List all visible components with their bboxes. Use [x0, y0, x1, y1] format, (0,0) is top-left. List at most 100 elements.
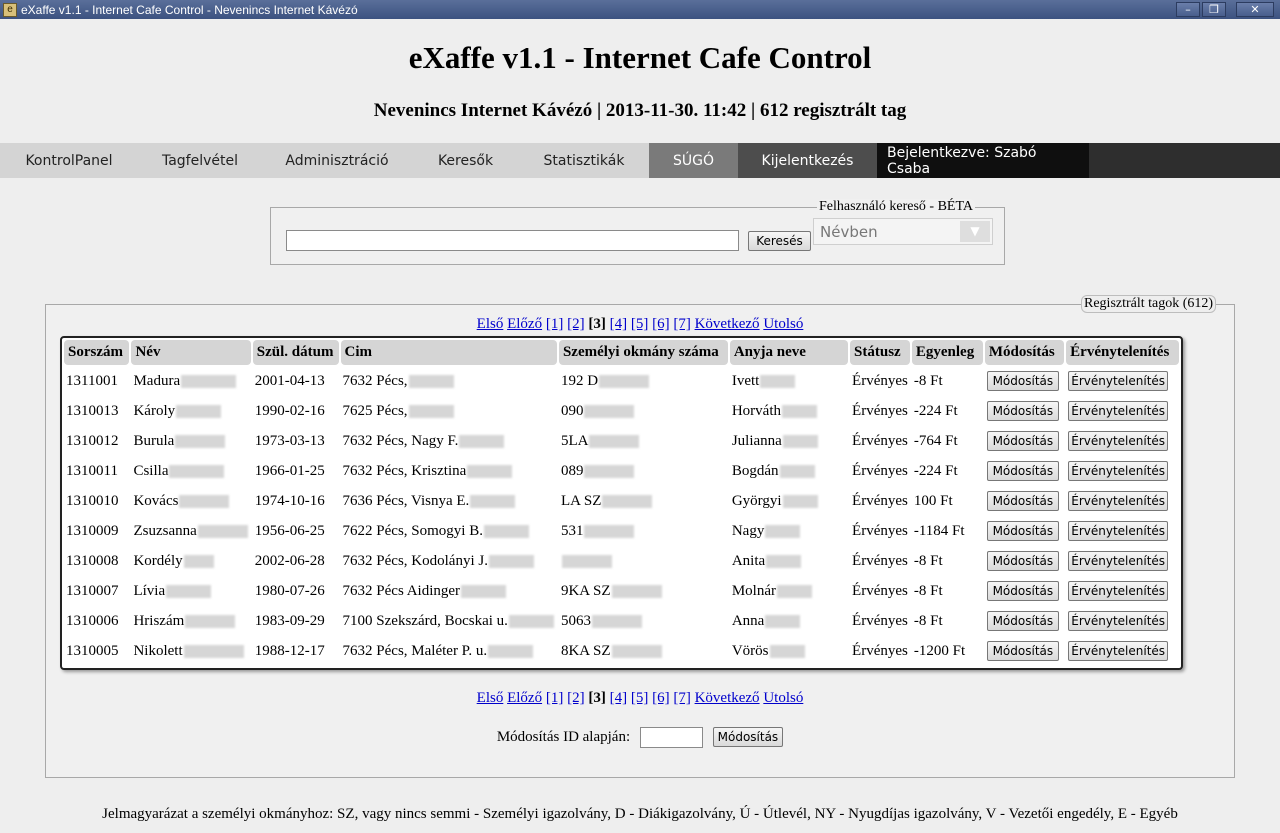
redacted-text	[461, 584, 507, 598]
modify-button[interactable]: Módosítás	[986, 641, 1059, 661]
cell-birth: 1990-02-16	[253, 397, 339, 425]
nav-item-statisztikak[interactable]: Statisztikák	[519, 143, 649, 178]
nav-item-keresok[interactable]: Keresők	[412, 143, 519, 178]
invalidate-button[interactable]: Érvénytelenítés	[1068, 431, 1169, 451]
modify-by-id: Módosítás ID alapján: Módosítás	[46, 727, 1234, 749]
invalidate-button[interactable]: Érvénytelenítés	[1068, 371, 1169, 391]
cell-balance: -8 Ft	[912, 547, 983, 575]
nav-item-tagfelvetel[interactable]: Tagfelvétel	[138, 143, 262, 178]
cell-id: 1310010	[64, 487, 129, 515]
cell-balance-text: -224 Ft	[913, 402, 958, 419]
modify-by-id-button[interactable]: Módosítás	[712, 727, 784, 747]
pager-first[interactable]: Első	[477, 690, 504, 706]
cell-address-text: 7632 Pécs, Nagy F.	[342, 432, 459, 449]
pager-page-7[interactable]: [7]	[673, 316, 691, 332]
cell-name-text: Nikolett	[133, 642, 183, 659]
modify-button[interactable]: Módosítás	[986, 401, 1059, 421]
redacted-text	[584, 404, 635, 418]
table-row: 1310007 Lívia 1980-07-26 7632 Pécs Aidinger…	[64, 577, 1179, 605]
modify-button[interactable]: Módosítás	[986, 371, 1059, 391]
pager-next[interactable]: Következő	[695, 316, 760, 332]
modify-button[interactable]: Módosítás	[986, 581, 1059, 601]
pager-page-6[interactable]: [6]	[652, 690, 670, 706]
cell-id: 1310006	[64, 607, 129, 635]
members-legend: Regisztrált tagok (612)	[1081, 295, 1217, 313]
cell-balance-text: -8 Ft	[913, 552, 943, 569]
cell-name-text: Madura	[133, 372, 181, 389]
cell-birth-text: 1974-10-16	[254, 492, 325, 509]
cell-birth: 1974-10-16	[253, 487, 339, 515]
pager-last[interactable]: Utolsó	[763, 316, 803, 332]
search-button[interactable]: Keresés	[748, 231, 811, 251]
nav-item-adminisztracio[interactable]: Adminisztráció	[262, 143, 412, 178]
invalidate-button[interactable]: Érvénytelenítés	[1068, 581, 1169, 601]
pager-page-6[interactable]: [6]	[652, 316, 670, 332]
cell-invalidate: Érvénytelenítés	[1066, 427, 1179, 455]
nav-item-kontrolpanel[interactable]: KontrolPanel	[0, 143, 138, 178]
modify-button[interactable]: Módosítás	[986, 521, 1059, 541]
pager-last[interactable]: Utolsó	[763, 690, 803, 706]
nav-item-kijelentkezes[interactable]: Kijelentkezés	[738, 143, 877, 178]
modify-button[interactable]: Módosítás	[986, 461, 1059, 481]
cell-balance-text: -1184 Ft	[913, 522, 965, 539]
pager-first[interactable]: Első	[477, 316, 504, 332]
redacted-text	[782, 494, 818, 508]
redacted-text	[602, 494, 653, 508]
minimize-button[interactable]: –	[1176, 2, 1200, 17]
cell-modify: Módosítás	[985, 577, 1064, 605]
modify-button[interactable]: Módosítás	[986, 431, 1059, 451]
cell-id: 1310009	[64, 517, 129, 545]
cell-status-text: Érvényes	[852, 642, 908, 659]
invalidate-button[interactable]: Érvénytelenítés	[1068, 611, 1169, 631]
cell-status: Érvényes	[850, 397, 910, 425]
modify-button[interactable]: Módosítás	[986, 491, 1059, 511]
pager-page-5[interactable]: [5]	[631, 316, 649, 332]
pager-page-7[interactable]: [7]	[673, 690, 691, 706]
invalidate-button[interactable]: Érvénytelenítés	[1068, 401, 1169, 421]
pager-page-2[interactable]: [2]	[567, 316, 585, 332]
chevron-down-icon: ▼	[960, 221, 990, 242]
cell-id-text: 1310005	[66, 642, 119, 659]
pager-page-2[interactable]: [2]	[567, 690, 585, 706]
maximize-button[interactable]: ❐	[1202, 2, 1226, 17]
pager-page-4[interactable]: [4]	[610, 690, 628, 706]
search-field-select[interactable]: Névben ▼	[813, 218, 993, 245]
close-button[interactable]: ✕	[1236, 2, 1274, 17]
invalidate-button[interactable]: Érvénytelenítés	[1068, 641, 1169, 661]
cell-balance: -1200 Ft	[912, 637, 983, 665]
cell-document-text: 531	[560, 522, 584, 539]
cell-balance-text: -8 Ft	[913, 612, 943, 629]
cell-id-text: 1310011	[66, 462, 118, 479]
invalidate-button[interactable]: Érvénytelenítés	[1068, 521, 1169, 541]
search-input[interactable]	[286, 230, 739, 251]
invalidate-button[interactable]: Érvénytelenítés	[1068, 551, 1169, 571]
invalidate-button[interactable]: Érvénytelenítés	[1068, 491, 1169, 511]
pager-page-5[interactable]: [5]	[631, 690, 649, 706]
pager-page-1[interactable]: [1]	[546, 690, 564, 706]
cell-document: 5LA	[559, 427, 728, 455]
col-nev: Név	[131, 340, 251, 365]
window-title: eXaffe v1.1 - Internet Cafe Control - Ne…	[21, 2, 358, 17]
cell-balance: -764 Ft	[912, 427, 983, 455]
select-value: Névben	[820, 223, 878, 241]
pager-prev[interactable]: Előző	[507, 316, 542, 332]
nav-item-sugo[interactable]: SÚGÓ	[649, 143, 738, 178]
cell-invalidate: Érvénytelenítés	[1066, 637, 1179, 665]
redacted-text	[408, 404, 454, 418]
pager-page-4[interactable]: [4]	[610, 316, 628, 332]
modify-button[interactable]: Módosítás	[986, 551, 1059, 571]
cell-id-text: 1310013	[66, 402, 119, 419]
cell-status: Érvényes	[850, 577, 910, 605]
cell-mother-text: Vörös	[731, 642, 769, 659]
cell-mother-text: Julianna	[731, 432, 782, 449]
cell-modify: Módosítás	[985, 547, 1064, 575]
pager-prev[interactable]: Előző	[507, 690, 542, 706]
modify-id-input[interactable]	[639, 727, 703, 749]
modify-button[interactable]: Módosítás	[986, 611, 1059, 631]
pager-page-1[interactable]: [1]	[546, 316, 564, 332]
invalidate-button[interactable]: Érvénytelenítés	[1068, 461, 1169, 481]
pager-next[interactable]: Következő	[695, 690, 760, 706]
redacted-text	[408, 374, 454, 388]
cell-document-text: 089	[560, 462, 584, 479]
cell-address: 7632 Pécs, Nagy F.	[341, 427, 557, 455]
